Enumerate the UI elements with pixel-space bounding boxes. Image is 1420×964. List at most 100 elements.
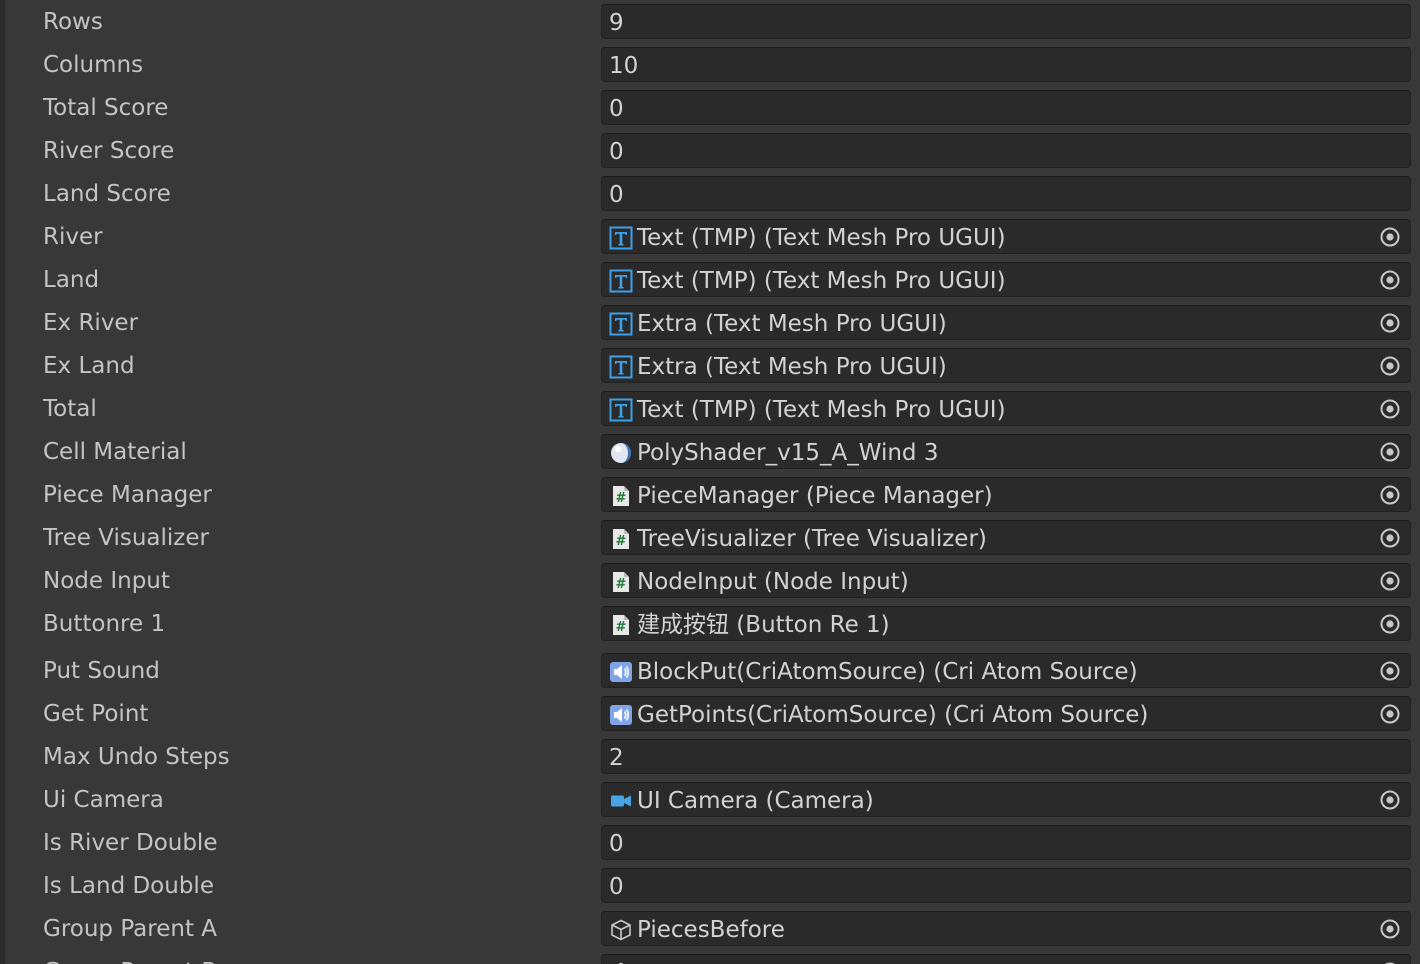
field-label: Ex Land [43,353,135,379]
tmp-text-icon [609,226,633,250]
object-reference-field[interactable] [601,954,1411,964]
field-value: Text (TMP) (Text Mesh Pro UGUI) [637,225,1006,251]
camera-icon [609,789,633,813]
field-label: Get Point [43,701,149,727]
number-input-field[interactable]: 10 [601,47,1411,82]
object-picker-icon[interactable] [1378,569,1402,593]
field-label: Ex River [43,310,139,336]
object-picker-icon[interactable] [1378,397,1402,421]
svg-text:#: # [616,534,627,549]
object-reference-field[interactable]: Text (TMP) (Text Mesh Pro UGUI) [601,391,1411,426]
object-reference-field[interactable]: Extra (Text Mesh Pro UGUI) [601,305,1411,340]
field-label: Cell Material [43,439,187,465]
field-row-land-score: Land Score 0 [0,173,1420,216]
object-picker-icon[interactable] [1378,960,1402,964]
number-input-field[interactable]: 0 [601,825,1411,860]
field-row-node-input: Node Input # NodeInput (Node Input) [0,560,1420,603]
number-input-field[interactable]: 0 [601,176,1411,211]
svg-text:#: # [616,620,627,635]
field-row-total: Total Text (TMP) (Text Mesh Pro UGUI) [0,388,1420,431]
script-icon: # [609,484,633,508]
script-icon: # [609,613,633,637]
field-value: 0 [609,182,624,208]
field-value: Extra (Text Mesh Pro UGUI) [637,354,947,380]
number-input-field[interactable]: 0 [601,133,1411,168]
field-row-columns: Columns 10 [0,44,1420,87]
field-value: BlockPut(CriAtomSource) (Cri Atom Source… [637,659,1138,685]
field-value: Text (TMP) (Text Mesh Pro UGUI) [637,397,1006,423]
object-reference-field[interactable]: GetPoints(CriAtomSource) (Cri Atom Sourc… [601,696,1411,731]
tmp-text-icon [609,355,633,379]
object-picker-icon[interactable] [1378,354,1402,378]
field-row-tree-visualizer: Tree Visualizer # TreeVisualizer (Tree V… [0,517,1420,560]
field-row-group-parent-a: Group Parent A PiecesBefore [0,908,1420,951]
field-value: Extra (Text Mesh Pro UGUI) [637,311,947,337]
tmp-text-icon [609,269,633,293]
svg-text:#: # [616,577,627,592]
object-picker-icon[interactable] [1378,788,1402,812]
audio-source-icon [609,660,633,684]
object-reference-field[interactable]: # PieceManager (Piece Manager) [601,477,1411,512]
number-input-field[interactable]: 0 [601,868,1411,903]
object-picker-icon[interactable] [1378,659,1402,683]
field-row-put-sound: Put Sound BlockPut(CriAtomSource) (Cri A… [0,650,1420,693]
script-icon: # [609,527,633,551]
field-label: River [43,224,103,250]
field-label: Tree Visualizer [43,525,209,551]
field-value: 0 [609,139,624,165]
object-picker-icon[interactable] [1378,311,1402,335]
object-reference-field[interactable]: PiecesBefore [601,911,1411,946]
field-value: 建成按钮 (Button Re 1) [637,612,890,638]
field-label: Is Land Double [43,873,214,899]
field-row-ui-camera: Ui Camera UI Camera (Camera) [0,779,1420,822]
number-input-field[interactable]: 9 [601,4,1411,39]
number-input-field[interactable]: 2 [601,739,1411,774]
object-picker-icon[interactable] [1378,917,1402,941]
object-reference-field[interactable]: Extra (Text Mesh Pro UGUI) [601,348,1411,383]
field-label: Total [43,396,97,422]
object-reference-field[interactable]: Text (TMP) (Text Mesh Pro UGUI) [601,262,1411,297]
object-picker-icon[interactable] [1378,702,1402,726]
field-value: PieceManager (Piece Manager) [637,483,993,509]
field-label: Max Undo Steps [43,744,230,770]
field-value: PolyShader_v15_A_Wind 3 [637,440,939,466]
field-value: GetPoints(CriAtomSource) (Cri Atom Sourc… [637,702,1149,728]
field-value: 0 [609,874,624,900]
object-reference-field[interactable]: UI Camera (Camera) [601,782,1411,817]
field-value: 2 [609,745,624,771]
material-icon [609,441,633,465]
object-picker-icon[interactable] [1378,526,1402,550]
field-row-group-parent-b: Group Parent B [0,951,1420,964]
field-label: Is River Double [43,830,218,856]
field-label: Put Sound [43,658,160,684]
object-reference-field[interactable]: # 建成按钮 (Button Re 1) [601,606,1411,641]
field-row-get-point: Get Point GetPoints(CriAtomSource) (Cri … [0,693,1420,736]
object-picker-icon[interactable] [1378,225,1402,249]
object-picker-icon[interactable] [1378,483,1402,507]
object-picker-icon[interactable] [1378,612,1402,636]
field-value: 0 [609,831,624,857]
field-label: Total Score [43,95,169,121]
object-reference-field[interactable]: PolyShader_v15_A_Wind 3 [601,434,1411,469]
field-row-river-score: River Score 0 [0,130,1420,173]
object-reference-field[interactable]: BlockPut(CriAtomSource) (Cri Atom Source… [601,653,1411,688]
inspector-panel: Rows 9 Columns 10 Total Score 0 River Score 0 La… [0,0,1420,964]
field-row-is-land-double: Is Land Double 0 [0,865,1420,908]
field-row-ex-land: Ex Land Extra (Text Mesh Pro UGUI) [0,345,1420,388]
object-picker-icon[interactable] [1378,440,1402,464]
tmp-text-icon [609,312,633,336]
object-reference-field[interactable]: Text (TMP) (Text Mesh Pro UGUI) [601,219,1411,254]
svg-text:#: # [616,491,627,506]
field-label: Ui Camera [43,787,164,813]
field-value: PiecesBefore [637,917,785,943]
object-reference-field[interactable]: # TreeVisualizer (Tree Visualizer) [601,520,1411,555]
field-row-ex-river: Ex River Extra (Text Mesh Pro UGUI) [0,302,1420,345]
tmp-text-icon [609,398,633,422]
number-input-field[interactable]: 0 [601,90,1411,125]
object-reference-field[interactable]: # NodeInput (Node Input) [601,563,1411,598]
field-value: 10 [609,53,639,79]
field-label: Rows [43,9,103,35]
gameobject-icon [609,918,633,942]
object-picker-icon[interactable] [1378,268,1402,292]
field-row-cell-material: Cell Material PolyShader_v15_A_Wind 3 [0,431,1420,474]
